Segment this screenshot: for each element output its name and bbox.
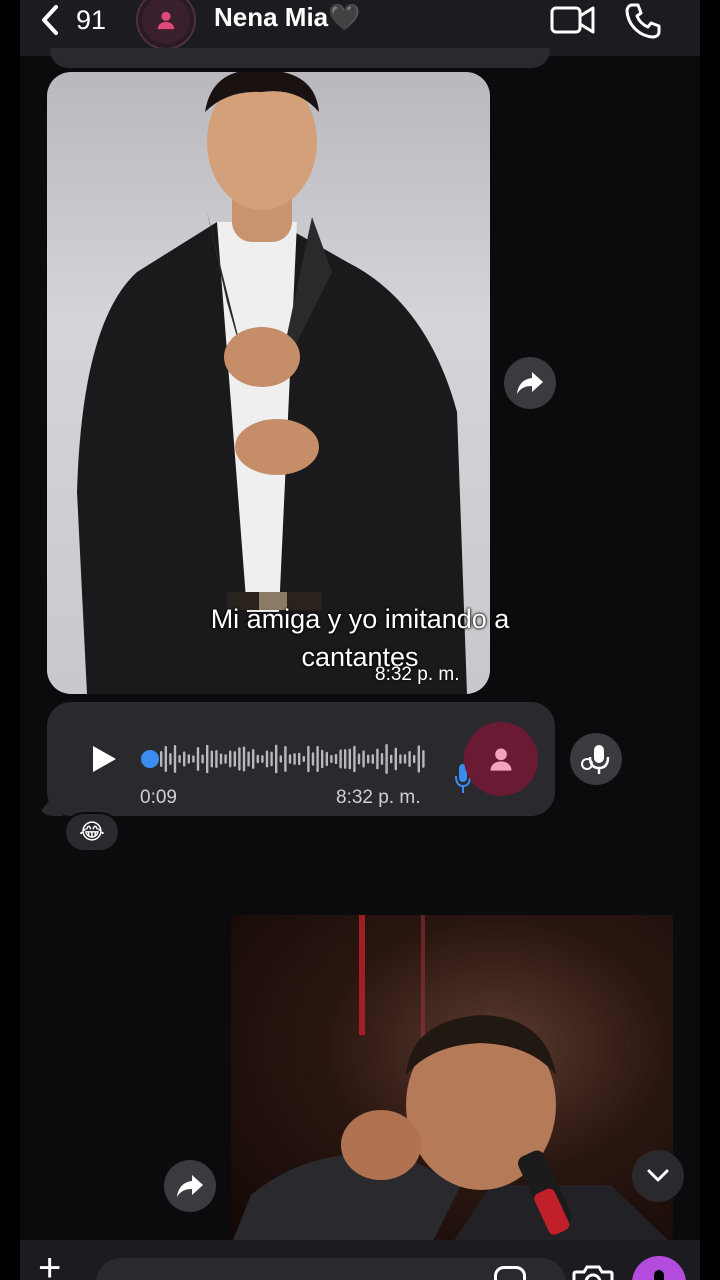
- waveform-bar: [408, 751, 411, 767]
- waveform-bar: [385, 744, 388, 774]
- waveform-bar: [219, 753, 223, 765]
- microphone-icon: [654, 1270, 664, 1280]
- contact-name[interactable]: Nena Mia🖤: [214, 2, 361, 33]
- waveform-bar: [164, 745, 167, 773]
- forward-icon: [177, 1175, 203, 1197]
- waveform-bar: [307, 745, 310, 773]
- voice-duration: 0:09: [140, 787, 177, 808]
- video-camera-icon[interactable]: [550, 2, 596, 36]
- contact-avatar[interactable]: [136, 0, 196, 50]
- waveform-bar: [183, 751, 186, 767]
- phone-icon[interactable]: [624, 2, 662, 40]
- scroll-to-bottom-button[interactable]: [632, 1150, 684, 1202]
- waveform-bar: [160, 751, 163, 767]
- waveform-bar: [187, 754, 190, 764]
- photo-image: [231, 915, 673, 1245]
- photo-message[interactable]: [231, 875, 673, 1245]
- chevron-left-icon: [42, 5, 58, 35]
- chat-screen: 91 Nena Mia🖤 Mi amiga y yo imitando a ca…: [20, 0, 700, 1280]
- audio-waveform[interactable]: [140, 740, 430, 778]
- waveform-bar: [210, 750, 213, 768]
- sender-avatar: [464, 722, 538, 796]
- waveform-bar: [284, 746, 287, 772]
- waveform-bar: [256, 754, 259, 764]
- waveform-bar: [288, 754, 292, 764]
- waveform-bar: [215, 749, 218, 769]
- waveform-bar: [403, 754, 407, 764]
- waveform-bar: [353, 745, 356, 773]
- waveform-bar: [330, 754, 333, 764]
- waveform-bar: [311, 752, 315, 766]
- waveform-bar: [178, 754, 181, 764]
- waveform-bar: [206, 744, 209, 774]
- waveform-bar: [316, 745, 319, 773]
- forward-button[interactable]: [504, 357, 556, 409]
- waveform-bar: [357, 753, 361, 765]
- person-icon: [157, 11, 175, 30]
- previous-message-bubble: [50, 48, 550, 68]
- photo-timestamp: 8:32 p. m.: [375, 664, 460, 685]
- waveform-bar: [417, 745, 420, 773]
- waveform-bar: [298, 752, 301, 766]
- person-icon: [490, 748, 512, 771]
- playback-progress-dot: [141, 750, 159, 768]
- waveform-bar: [399, 754, 402, 764]
- waveform-bar: [376, 748, 379, 770]
- laughing-emoji: 😂: [79, 819, 105, 844]
- waveform-bar: [344, 749, 347, 769]
- plus-icon[interactable]: +: [38, 1248, 61, 1280]
- sticker-icon[interactable]: [494, 1266, 526, 1280]
- waveform-bar: [275, 744, 278, 774]
- waveform-bar: [224, 754, 227, 764]
- waveform-bar: [325, 751, 328, 767]
- waveform-bar: [413, 754, 416, 764]
- camera-icon[interactable]: [572, 1264, 614, 1280]
- transcribe-button[interactable]: [570, 733, 622, 785]
- unread-count: 91: [76, 4, 107, 35]
- waveform-bar: [348, 748, 351, 770]
- transcribe-icon: [581, 745, 610, 774]
- waveform-bar: [229, 750, 232, 768]
- waveform-bar: [362, 750, 365, 768]
- waveform-bar: [265, 750, 269, 768]
- waveform-bar: [293, 753, 296, 765]
- waveform-bar: [238, 747, 241, 771]
- chevron-down-icon: [647, 1169, 669, 1182]
- waveform-bar: [321, 749, 324, 769]
- waveform-bar: [380, 753, 384, 765]
- waveform-bar: [270, 751, 273, 767]
- waveform-bar: [192, 755, 195, 763]
- waveform-bar: [201, 754, 204, 764]
- photo-caption: Mi amiga y yo imitando a cantantes: [210, 604, 510, 672]
- forward-button[interactable]: [164, 1160, 216, 1212]
- waveform-bar: [394, 747, 397, 771]
- voice-timestamp: 8:32 p. m.: [336, 787, 421, 808]
- back-button[interactable]: 91: [38, 2, 138, 38]
- waveform-bar: [252, 748, 255, 770]
- waveform-bar: [247, 751, 250, 767]
- waveform-bar: [279, 755, 282, 763]
- waveform-bar: [173, 744, 177, 774]
- waveform-bar: [169, 753, 172, 765]
- waveform-bar: [367, 754, 370, 764]
- reaction-badge[interactable]: 😂: [64, 812, 120, 852]
- waveform-bar: [422, 750, 425, 768]
- waveform-bar: [242, 746, 246, 772]
- waveform-bar: [339, 749, 342, 769]
- waveform-bar: [371, 754, 374, 764]
- waveform-bar: [261, 755, 264, 763]
- waveform-bar: [302, 755, 305, 763]
- waveform-bar: [233, 751, 236, 767]
- waveform-bar: [196, 746, 200, 772]
- waveform-bar: [390, 754, 393, 764]
- forward-icon: [517, 372, 543, 394]
- waveform-bar: [334, 753, 338, 765]
- play-icon[interactable]: [90, 744, 118, 774]
